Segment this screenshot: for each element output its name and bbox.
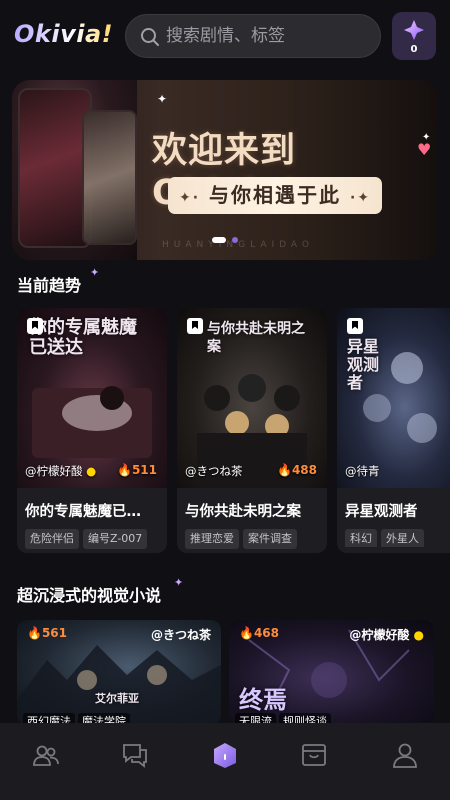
banner-phone-left: [18, 88, 92, 248]
lemon-icon: ●: [409, 628, 424, 642]
bookmark-icon[interactable]: [187, 318, 203, 334]
search-icon: [141, 28, 159, 46]
novel-author[interactable]: @柠檬好酸 ●: [349, 626, 424, 643]
banner-phone-right: [82, 110, 137, 245]
section-title-immersive: 超沉浸式的视觉小说: [17, 586, 162, 605]
story-card[interactable]: 与你共赴未明之案 @きつね茶 🔥488 与你共赴未明之案 推理恋爱 案件调查: [177, 308, 327, 553]
banner-watermark: HUANYINGLAIDAO: [162, 240, 314, 250]
story-tag[interactable]: 外星人: [381, 529, 424, 547]
story-card[interactable]: 你的专属魅魔已送达 @柠檬好酸 ● 🔥511 你的专属魅魔已… 危险伴侣 编号Z-…: [17, 308, 167, 553]
bottom-nav: [0, 723, 450, 800]
story-card[interactable]: 异星观测者 @待青 异星观测者 科幻 外星人: [337, 308, 450, 553]
nav-home[interactable]: [211, 741, 239, 769]
chat-icon: [123, 744, 147, 768]
nav-chat[interactable]: [121, 741, 149, 769]
story-author[interactable]: @きつね茶: [185, 463, 243, 479]
sparkle-icon: ✦: [174, 576, 184, 589]
nav-profile[interactable]: [391, 741, 419, 769]
heart-icon: ♥: [417, 140, 432, 159]
story-tag[interactable]: 推理恋爱: [185, 529, 239, 549]
story-author[interactable]: @柠檬好酸 ●: [25, 463, 96, 479]
banner-subtitle: 与你相遇于此: [209, 183, 341, 207]
sparkle-icon: ✦: [157, 92, 168, 106]
fire-icon: 🔥: [27, 626, 42, 640]
search-input[interactable]: [166, 15, 371, 57]
app-header: Okivia! 0: [0, 0, 450, 72]
home-icon: [214, 743, 236, 768]
visual-novel-card[interactable]: 艾尔菲亚 🔥561 @きつね茶 西幻魔法 魔法学院: [17, 620, 221, 725]
cover-title: 你的专属魅魔已送达: [29, 317, 137, 358]
nav-inbox[interactable]: [300, 741, 328, 769]
nav-people[interactable]: [32, 741, 60, 769]
search-bar[interactable]: [125, 14, 381, 58]
welcome-banner[interactable]: ✦ ✦ 欢迎来到Okivia! ♥ ✦· 与你相遇于此 ·✦ HUANYINGL…: [12, 80, 438, 260]
cover-title: 异星观测者: [347, 337, 380, 392]
novel-heat: 🔥561: [27, 626, 68, 640]
profile-icon: [393, 743, 417, 768]
story-title: 你的专属魅魔已…: [25, 504, 141, 520]
bookmark-icon[interactable]: [347, 318, 363, 334]
banner-illustration: [12, 80, 137, 260]
novel-author[interactable]: @きつね茶: [151, 626, 211, 643]
sparkle-icon: ✦: [90, 266, 100, 279]
banner-subtitle-pill: ✦· 与你相遇于此 ·✦: [168, 177, 382, 214]
sparkle-icon: ·✦: [349, 190, 372, 206]
story-heat: 🔥488: [276, 463, 317, 477]
story-tags: 科幻 外星人: [345, 527, 450, 547]
novel-heat: 🔥468: [239, 626, 280, 640]
visual-novel-card[interactable]: 终焉 🔥468 @柠檬好酸 ● 无限流 规则怪谈: [229, 620, 434, 725]
people-icon: [33, 745, 59, 766]
fire-icon: 🔥: [116, 463, 132, 477]
story-cover: 你的专属魅魔已送达: [17, 308, 167, 488]
story-tag[interactable]: 编号Z-007: [83, 529, 148, 549]
lemon-icon: ●: [82, 464, 97, 478]
carousel-dot[interactable]: [232, 237, 238, 243]
sparkle-icon: ✦·: [178, 190, 201, 206]
story-title: 与你共赴未明之案: [185, 504, 301, 520]
gem-icon: [404, 20, 424, 40]
gem-count: 0: [410, 44, 418, 55]
story-title: 异星观测者: [345, 504, 418, 520]
story-tag[interactable]: 案件调查: [243, 529, 297, 549]
story-cover: 与你共赴未明之案: [177, 308, 327, 488]
story-tags: 推理恋爱 案件调查: [185, 527, 301, 549]
app-logo[interactable]: Okivia!: [14, 20, 113, 48]
cover-illustration: [363, 352, 437, 443]
story-tags: 危险伴侣 编号Z-007: [25, 527, 151, 549]
fire-icon: 🔥: [239, 626, 254, 640]
story-tag[interactable]: 危险伴侣: [25, 529, 79, 549]
carousel-dot-active[interactable]: [212, 237, 226, 243]
section-title-trending: 当前趋势: [17, 276, 82, 295]
gem-button[interactable]: 0: [392, 12, 436, 60]
story-heat: 🔥511: [116, 463, 157, 477]
cover-title: 与你共赴未明之案: [207, 321, 305, 355]
story-cover: 异星观测者: [337, 308, 450, 488]
bookmark-icon[interactable]: [27, 318, 43, 334]
cover-title: 艾尔菲亚: [95, 692, 139, 705]
inbox-icon: [302, 744, 326, 766]
fire-icon: 🔥: [276, 463, 292, 477]
story-tag[interactable]: 科幻: [345, 529, 377, 547]
story-author[interactable]: @待青: [345, 463, 380, 479]
